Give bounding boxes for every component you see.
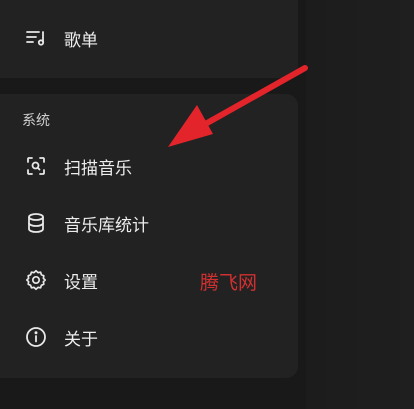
menu-item-about[interactable]: 关于	[0, 313, 298, 361]
section-title-system: 系统	[22, 113, 50, 129]
scan-icon	[24, 154, 48, 178]
database-icon	[24, 211, 48, 235]
menu-item-label: 设置	[64, 272, 98, 293]
menu-item-scan-music[interactable]: 扫描音乐	[0, 142, 298, 190]
menu-item-playlist[interactable]: 歌单	[0, 14, 298, 62]
playlist-icon	[24, 26, 48, 50]
menu-item-label: 扫描音乐	[64, 158, 132, 179]
gear-icon	[24, 268, 48, 292]
menu-item-label: 关于	[64, 329, 98, 350]
info-icon	[24, 325, 48, 349]
library-card: 歌单	[0, 0, 298, 78]
content-background	[306, 0, 414, 409]
menu-item-label: 音乐库统计	[64, 215, 149, 236]
watermark-text: 腾飞网	[200, 272, 258, 294]
menu-item-library-stats[interactable]: 音乐库统计	[0, 199, 298, 247]
menu-item-label: 歌单	[64, 30, 98, 51]
